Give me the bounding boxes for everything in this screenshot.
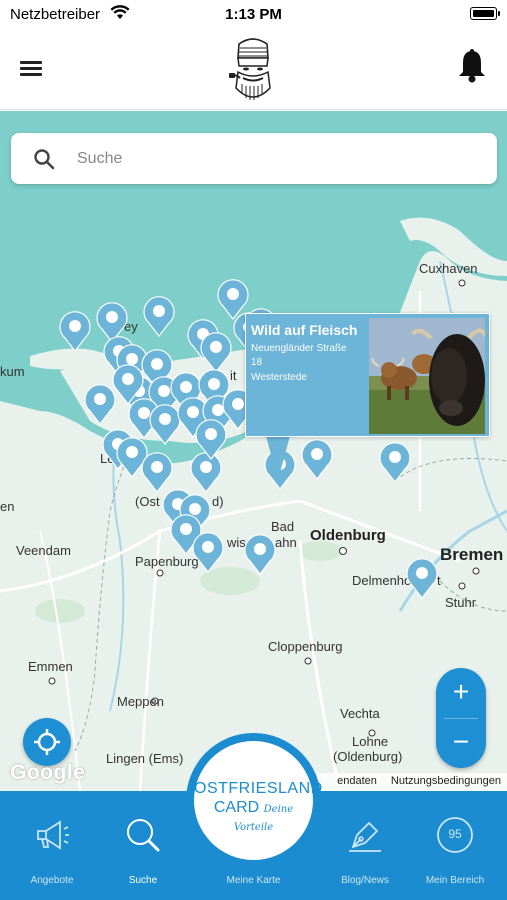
popup-pointer <box>266 436 290 480</box>
tab-blog[interactable]: Blog/News <box>320 791 410 900</box>
map-label-delmenhorst: Delmenho <box>352 573 412 588</box>
tab-my-card[interactable]: OSTFRIESLAND CARD Deine Vorteile <box>186 733 323 868</box>
map-pin[interactable] <box>299 436 335 480</box>
map-pin[interactable] <box>242 531 278 575</box>
tab-search[interactable]: Suche <box>98 791 188 900</box>
map-label-stuhr: Stuhr <box>445 595 477 610</box>
popup-city: Westerstede <box>251 372 307 383</box>
search-bar <box>11 133 497 184</box>
notification-bell-button[interactable] <box>457 48 487 84</box>
account-badge-number: 95 <box>448 827 462 841</box>
zoom-in-button[interactable]: + <box>436 668 486 718</box>
tab-offers-label: Angebote <box>30 875 74 886</box>
map-data-link[interactable]: endaten <box>337 775 377 787</box>
map-label-veendam: Veendam <box>16 543 71 558</box>
zoom-controls: + − <box>436 668 486 768</box>
map-pin[interactable] <box>141 293 177 337</box>
menu-button[interactable] <box>20 58 50 80</box>
clock: 1:13 PM <box>225 6 282 23</box>
card-logo-line1: OSTFRIESLAND <box>194 780 323 797</box>
highland-cattle-photo <box>369 318 485 434</box>
popup-house-number: 18 <box>251 357 263 368</box>
map-pin[interactable] <box>190 529 226 573</box>
magnifier-icon <box>127 819 160 852</box>
map-label-en: en <box>0 499 15 514</box>
terms-link[interactable]: Nutzungsbedingungen <box>391 775 501 787</box>
tab-blog-label: Blog/News <box>341 875 389 886</box>
map-attribution: endaten Nutzungsbedingungen <box>317 773 507 791</box>
map-base <box>0 111 507 791</box>
search-icon <box>34 149 55 170</box>
map-pin[interactable] <box>404 555 440 599</box>
map-label-zwischenahn-2: ahn <box>275 535 297 550</box>
search-input[interactable] <box>77 133 477 184</box>
map-pin[interactable] <box>377 439 413 483</box>
tab-my-card-label: Meine Karte <box>226 875 281 886</box>
crosshair-icon <box>34 729 60 755</box>
map-label-oldenburg: Oldenburg <box>310 527 386 544</box>
zoom-out-button[interactable]: − <box>436 718 486 768</box>
tab-account-label: Mein Bereich <box>425 875 485 886</box>
map-label-lohne: Lohne <box>352 734 389 749</box>
map-label-cloppenburg: Cloppenburg <box>268 639 343 654</box>
locate-me-button[interactable] <box>23 718 71 766</box>
map-label-emden-1: (Ost <box>135 494 160 509</box>
ostfriesland-card-logo: OSTFRIESLAND CARD Deine Vorteile <box>194 741 323 860</box>
map-label-cuxhaven: Cuxhaven <box>419 261 478 276</box>
map-label-meppen: Meppen <box>117 694 164 709</box>
bell-icon <box>459 51 485 76</box>
popup-title: Wild auf Fleisch <box>251 322 358 338</box>
megaphone-icon <box>37 820 69 850</box>
tab-account[interactable]: 95 Mein Bereich <box>410 791 500 900</box>
google-logo: Google <box>10 761 86 784</box>
map-label-emmen: Emmen <box>28 659 73 674</box>
battery-icon <box>470 7 500 20</box>
map-label-kum: kum <box>0 364 25 379</box>
popup-street: Neuengländer Straße <box>251 343 347 354</box>
map-label-emden-2: d) <box>212 494 224 509</box>
map-pin[interactable] <box>57 308 93 352</box>
pen-nib-icon <box>349 821 381 852</box>
bearded-man-logo <box>229 38 271 100</box>
status-bar: Netzbetreiber 1:13 PM <box>0 0 507 28</box>
tab-offers[interactable]: Angebote <box>7 791 97 900</box>
map-label-bremen: Bremen <box>440 545 504 564</box>
location-popup[interactable]: Wild auf Fleisch Neuengländer Straße 18 … <box>245 313 490 437</box>
app-header <box>0 28 507 110</box>
map-label-lingen: Lingen (Ems) <box>106 751 184 766</box>
map-pin[interactable] <box>193 416 229 460</box>
map-label-vechta: Vechta <box>340 706 380 721</box>
map-view[interactable]: Cuxhaven kum ey it (Ost d) Le en Veendam… <box>0 111 507 791</box>
hamburger-icon <box>20 61 42 64</box>
map-label-lohne-oldenburg: (Oldenburg) <box>333 749 403 764</box>
tab-search-label: Suche <box>128 875 158 886</box>
card-logo-line2: CARD Deine Vorteile <box>213 799 294 833</box>
